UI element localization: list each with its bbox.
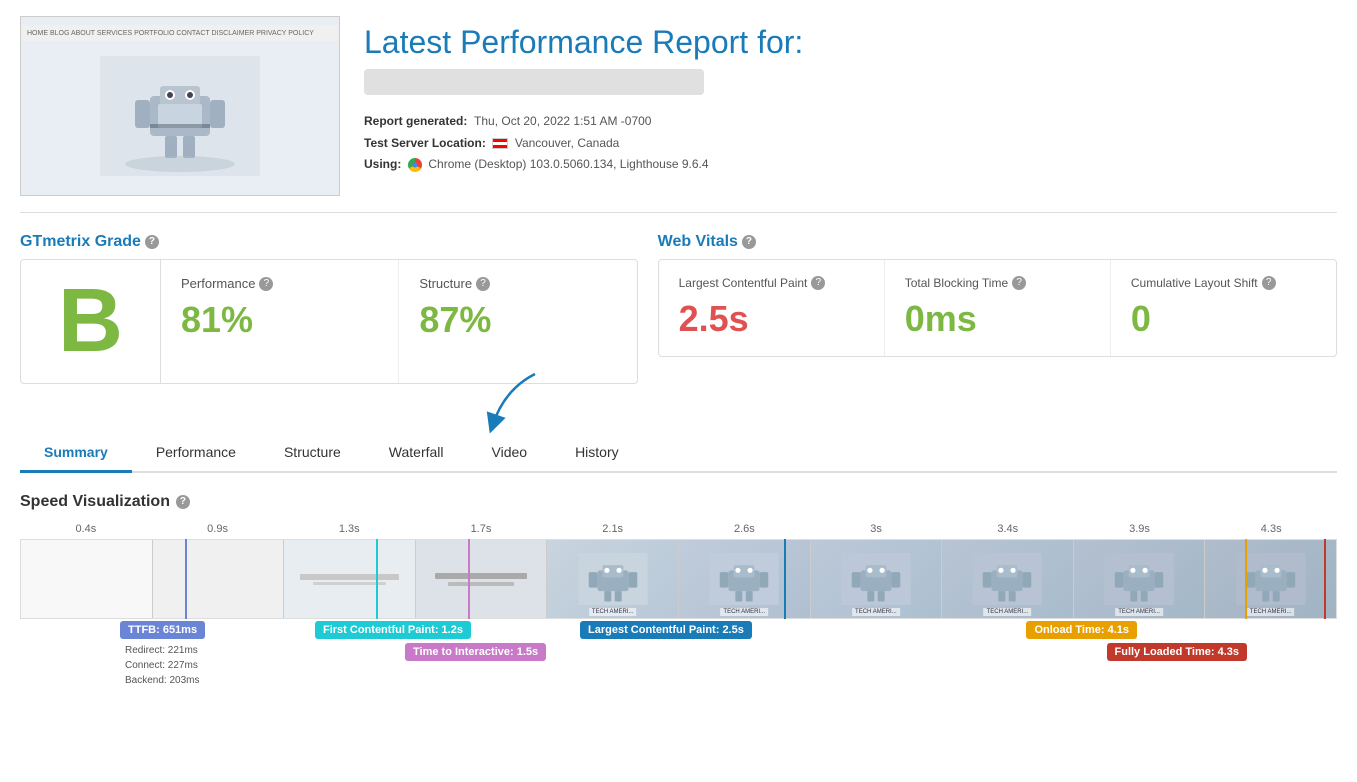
filmstrip-frame-2 bbox=[153, 540, 285, 618]
filmstrip-frame-6: TECH AMERI... bbox=[679, 540, 811, 618]
thumbnail-nav: HOME BLOG ABOUT SERVICES PORTFOLIO CONTA… bbox=[21, 25, 339, 41]
web-vitals-title: Web Vitals bbox=[658, 233, 738, 251]
server-location-label: Test Server Location: bbox=[364, 136, 486, 150]
using-value: Chrome (Desktop) 103.0.5060.134, Lightho… bbox=[428, 157, 708, 171]
web-vitals-help-icon[interactable]: ? bbox=[742, 235, 756, 249]
tick-7: 3.4s bbox=[942, 523, 1074, 535]
arrow-annotation-area bbox=[20, 404, 1337, 434]
performance-metric: Performance ? 81% bbox=[161, 260, 399, 383]
performance-label: Performance bbox=[181, 276, 255, 291]
speed-viz-title: Speed Visualization bbox=[20, 493, 170, 511]
filmstrip-frame-5: TECH AMERI... bbox=[547, 540, 679, 618]
tab-performance[interactable]: Performance bbox=[132, 434, 260, 473]
tbt-value: 0ms bbox=[905, 298, 1090, 340]
ttfb-marker-label: TTFB: 651ms bbox=[120, 621, 205, 639]
tbt-label: Total Blocking Time bbox=[905, 276, 1008, 290]
filmstrip-frame-4 bbox=[416, 540, 548, 618]
lcp-vital: Largest Contentful Paint ? 2.5s bbox=[659, 260, 885, 356]
tab-summary[interactable]: Summary bbox=[20, 434, 132, 473]
onload-marker-label: Onload Time: 4.1s bbox=[1026, 621, 1137, 639]
page-title: Latest Performance Report for: bbox=[364, 24, 1337, 61]
gtmetrix-grade-title: GTmetrix Grade bbox=[20, 233, 141, 251]
tbt-help-icon[interactable]: ? bbox=[1012, 276, 1026, 290]
filmstrip-frame-1 bbox=[21, 540, 153, 618]
tick-3: 1.7s bbox=[415, 523, 547, 535]
cls-value: 0 bbox=[1131, 298, 1316, 340]
speed-visualization: Speed Visualization ? 0.4s 0.9s 1.3s 1.7… bbox=[20, 493, 1337, 711]
tick-6: 3s bbox=[810, 523, 942, 535]
onload-vline bbox=[1245, 539, 1247, 619]
vitals-card: Largest Contentful Paint ? 2.5s Total Bl… bbox=[658, 259, 1337, 357]
cls-vital: Cumulative Layout Shift ? 0 bbox=[1111, 260, 1336, 356]
lcp-help-icon[interactable]: ? bbox=[811, 276, 825, 290]
chrome-icon bbox=[408, 158, 422, 172]
report-generated-value: Thu, Oct 20, 2022 1:51 AM -0700 bbox=[474, 114, 651, 128]
report-generated-label: Report generated: bbox=[364, 114, 467, 128]
tick-9: 4.3s bbox=[1205, 523, 1337, 535]
performance-value: 81% bbox=[181, 299, 378, 341]
tab-video[interactable]: Video bbox=[468, 434, 552, 473]
filmstrip-frame-9: TECH AMERI... bbox=[1074, 540, 1206, 618]
lcp-marker-label: Largest Contentful Paint: 2.5s bbox=[580, 621, 752, 639]
speed-viz-help-icon[interactable]: ? bbox=[176, 495, 190, 509]
cls-label: Cumulative Layout Shift bbox=[1131, 276, 1258, 290]
ttfb-sub-info: Redirect: 221msConnect: 227msBackend: 20… bbox=[125, 643, 200, 688]
tbt-vital: Total Blocking Time ? 0ms bbox=[885, 260, 1111, 356]
tti-vline bbox=[468, 539, 470, 619]
cls-help-icon[interactable]: ? bbox=[1262, 276, 1276, 290]
filmstrip-frame-7: TECH AMERI... bbox=[811, 540, 943, 618]
web-vitals-box: Web Vitals ? Largest Contentful Paint ? … bbox=[658, 233, 1337, 384]
tab-waterfall[interactable]: Waterfall bbox=[365, 434, 468, 473]
timeline-ruler: 0.4s 0.9s 1.3s 1.7s 2.1s 2.6s 3s 3.4s 3.… bbox=[20, 523, 1337, 535]
gtmetrix-help-icon[interactable]: ? bbox=[145, 235, 159, 249]
header-info: Latest Performance Report for: Report ge… bbox=[364, 16, 1337, 176]
tick-5: 2.6s bbox=[679, 523, 811, 535]
thumbnail-robot-svg bbox=[100, 56, 260, 176]
tab-structure[interactable]: Structure bbox=[260, 434, 365, 473]
structure-help-icon[interactable]: ? bbox=[476, 277, 490, 291]
filmstrip-frame-3 bbox=[284, 540, 416, 618]
server-location-value: Vancouver, Canada bbox=[515, 136, 620, 150]
grade-letter: B bbox=[21, 260, 161, 383]
fully-loaded-vline bbox=[1324, 539, 1326, 619]
grade-card: B Performance ? 81% Structure ? bbox=[20, 259, 638, 384]
fcp-marker-label: First Contentful Paint: 1.2s bbox=[315, 621, 471, 639]
ttfb-vline bbox=[185, 539, 187, 619]
fully-loaded-marker-label: Fully Loaded Time: 4.3s bbox=[1107, 643, 1248, 661]
tick-0: 0.4s bbox=[20, 523, 152, 535]
fcp-vline bbox=[376, 539, 378, 619]
using-label: Using: bbox=[364, 157, 401, 171]
gtmetrix-grade-box: GTmetrix Grade ? B Performance ? 81% bbox=[20, 233, 638, 384]
grade-metrics: Performance ? 81% Structure ? 87% bbox=[161, 260, 637, 383]
markers-area: TTFB: 651ms Redirect: 221msConnect: 227m… bbox=[20, 621, 1337, 711]
structure-label: Structure bbox=[419, 276, 472, 291]
lcp-vline bbox=[784, 539, 786, 619]
canada-flag-icon bbox=[492, 138, 508, 149]
performance-help-icon[interactable]: ? bbox=[259, 277, 273, 291]
tabs-section: Summary Performance Structure Waterfall … bbox=[20, 434, 1337, 473]
filmstrip-container: TECH AMERI... bbox=[20, 539, 1337, 619]
site-thumbnail: HOME BLOG ABOUT SERVICES PORTFOLIO CONTA… bbox=[20, 16, 340, 196]
filmstrip-wrapper: TECH AMERI... bbox=[20, 539, 1337, 619]
report-meta: Report generated: Thu, Oct 20, 2022 1:51… bbox=[364, 111, 1337, 176]
tab-history[interactable]: History bbox=[551, 434, 643, 473]
report-url-bar bbox=[364, 69, 704, 95]
blue-arrow-svg bbox=[475, 369, 565, 434]
tick-1: 0.9s bbox=[152, 523, 284, 535]
tick-4: 2.1s bbox=[547, 523, 679, 535]
filmstrip-frame-8: TECH AMERI... bbox=[942, 540, 1074, 618]
structure-metric: Structure ? 87% bbox=[399, 260, 636, 383]
tick-8: 3.9s bbox=[1074, 523, 1206, 535]
filmstrip-frame-10: TECH AMERI... bbox=[1205, 540, 1336, 618]
structure-value: 87% bbox=[419, 299, 616, 341]
lcp-value: 2.5s bbox=[679, 298, 864, 340]
tti-marker-label: Time to Interactive: 1.5s bbox=[405, 643, 546, 661]
lcp-label: Largest Contentful Paint bbox=[679, 276, 808, 290]
tick-2: 1.3s bbox=[283, 523, 415, 535]
